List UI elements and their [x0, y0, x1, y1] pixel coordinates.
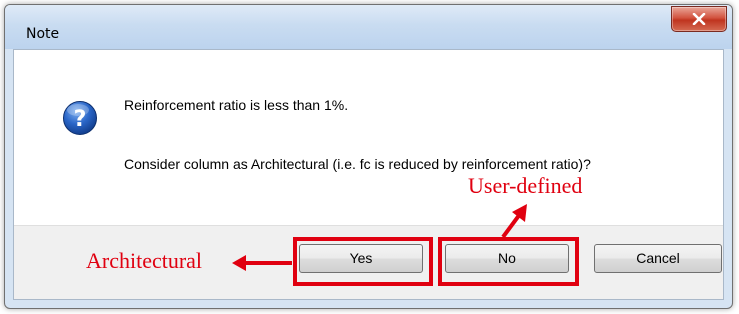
cancel-button[interactable]: Cancel — [594, 244, 722, 273]
window-title: Note — [26, 26, 60, 42]
no-highlight-box — [438, 237, 579, 286]
architectural-annotation: Architectural — [86, 248, 203, 273]
user-defined-annotation: User-defined — [468, 173, 583, 198]
close-icon — [692, 13, 706, 25]
message-line-2: Consider column as Architectural (i.e. f… — [124, 156, 591, 172]
close-button[interactable] — [671, 6, 727, 32]
question-icon: ? — [63, 101, 97, 135]
title-bar[interactable]: Note — [5, 5, 732, 49]
yes-highlight-box — [293, 237, 433, 286]
svg-text:?: ? — [74, 107, 87, 132]
message-line-1: Reinforcement ratio is less than 1%. — [124, 97, 349, 113]
message-area: ? Reinforcement ratio is less than 1%. C… — [14, 50, 723, 225]
